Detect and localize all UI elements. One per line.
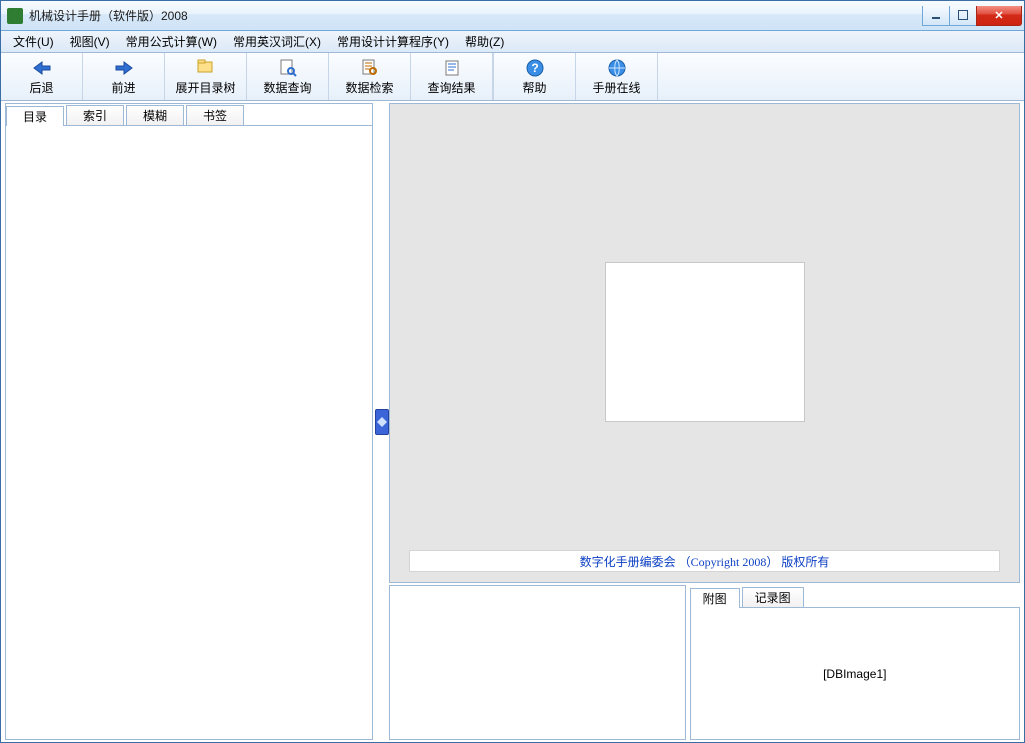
menu-formula[interactable]: 常用公式计算(W) — [118, 31, 225, 52]
menubar: 文件(U) 视图(V) 常用公式计算(W) 常用英汉词汇(X) 常用设计计算程序… — [1, 31, 1024, 53]
manual-online-label: 手册在线 — [592, 79, 640, 96]
right-pane: 数字化手册编委会 （Copyright 2008） 版权所有 附图 记录图 [D… — [389, 103, 1020, 740]
window-buttons — [923, 6, 1022, 26]
help-button[interactable]: ? 帮助 — [494, 53, 576, 100]
back-arrow-icon — [32, 58, 52, 78]
bottom-left-panel — [389, 585, 686, 740]
data-search-label: 数据检索 — [345, 79, 393, 96]
expand-tree-label: 展开目录树 — [175, 79, 235, 96]
maximize-button[interactable] — [949, 6, 977, 26]
bottom-right-panel: 附图 记录图 [DBImage1] — [690, 585, 1020, 740]
tab-attach[interactable]: 附图 — [690, 588, 740, 608]
manual-online-button[interactable]: 手册在线 — [576, 53, 658, 100]
toolbar: 后退 前进 展开目录树 数据查询 数据检索 — [1, 53, 1024, 101]
tab-toc[interactable]: 目录 — [6, 106, 64, 126]
back-label: 后退 — [29, 79, 53, 96]
document-result-icon — [442, 58, 462, 78]
content-inner — [409, 134, 1000, 550]
data-search-button[interactable]: 数据检索 — [329, 53, 411, 100]
toc-tree[interactable] — [6, 126, 372, 739]
copyright-bar: 数字化手册编委会 （Copyright 2008） 版权所有 — [409, 550, 1000, 572]
query-result-label: 查询结果 — [427, 79, 475, 96]
back-button[interactable]: 后退 — [1, 53, 83, 100]
window-title: 机械设计手册（软件版）2008 — [29, 7, 923, 24]
client-area: 目录 索引 模糊 书签 数字化手册编委会 （Copyright 2008） 版权… — [1, 101, 1024, 742]
folder-tree-icon — [196, 58, 216, 78]
splitter[interactable] — [375, 101, 389, 742]
forward-button[interactable]: 前进 — [83, 53, 165, 100]
menu-dict[interactable]: 常用英汉词汇(X) — [225, 31, 329, 52]
content-placeholder — [605, 262, 805, 422]
document-search-icon — [278, 58, 298, 78]
data-query-label: 数据查询 — [263, 79, 311, 96]
menu-view[interactable]: 视图(V) — [62, 31, 118, 52]
app-window: 机械设计手册（软件版）2008 文件(U) 视图(V) 常用公式计算(W) 常用… — [0, 0, 1025, 743]
left-tabstrip: 目录 索引 模糊 书签 — [6, 104, 372, 126]
menu-help[interactable]: 帮助(Z) — [457, 31, 512, 52]
app-icon — [7, 8, 23, 24]
menu-file[interactable]: 文件(U) — [5, 31, 62, 52]
data-query-button[interactable]: 数据查询 — [247, 53, 329, 100]
help-label: 帮助 — [522, 79, 546, 96]
minimize-button[interactable] — [922, 6, 950, 26]
dbimage-area: [DBImage1] — [690, 607, 1020, 740]
close-button[interactable] — [976, 6, 1022, 26]
globe-icon — [607, 58, 627, 78]
help-icon: ? — [525, 58, 545, 78]
svg-text:?: ? — [531, 61, 538, 75]
tab-index[interactable]: 索引 — [66, 105, 124, 125]
forward-arrow-icon — [114, 58, 134, 78]
left-pane: 目录 索引 模糊 书签 — [5, 103, 373, 740]
tab-record[interactable]: 记录图 — [742, 587, 804, 607]
titlebar[interactable]: 机械设计手册（软件版）2008 — [1, 1, 1024, 31]
tab-bookmark[interactable]: 书签 — [186, 105, 244, 125]
tab-fuzzy[interactable]: 模糊 — [126, 105, 184, 125]
expand-tree-button[interactable]: 展开目录树 — [165, 53, 247, 100]
menu-calc[interactable]: 常用设计计算程序(Y) — [329, 31, 457, 52]
query-result-button[interactable]: 查询结果 — [411, 53, 493, 100]
splitter-grip-icon — [375, 409, 389, 435]
content-viewer: 数字化手册编委会 （Copyright 2008） 版权所有 — [389, 103, 1020, 583]
document-find-icon — [360, 58, 380, 78]
dbimage-placeholder: [DBImage1] — [823, 667, 886, 681]
forward-label: 前进 — [111, 79, 135, 96]
bottom-row: 附图 记录图 [DBImage1] — [389, 585, 1020, 740]
bottom-tabstrip: 附图 记录图 — [690, 585, 1020, 607]
